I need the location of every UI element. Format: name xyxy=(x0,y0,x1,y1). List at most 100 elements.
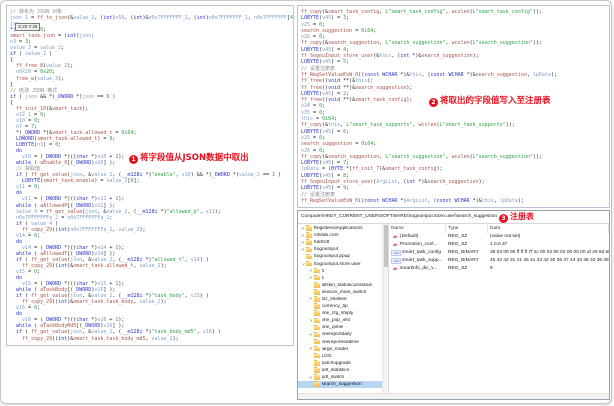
ida-pseudocode-panel-json-extract: // 转化为 JSON 对象 json_1 = ff_to_json(&value… xyxy=(6,5,294,346)
folder-icon xyxy=(314,267,320,274)
registry-tree-item-search_suggestion[interactable]: search_suggestion xyxy=(298,381,382,389)
value-name: smart_task_supp... xyxy=(402,258,443,263)
registry-tree-item-imereportdaily[interactable]: > imereportdaily xyxy=(298,331,382,338)
folder-icon xyxy=(306,260,312,267)
registry-tree-item-ime_pop_info[interactable]: > ime_pop_info xyxy=(298,317,382,324)
folder-icon xyxy=(306,239,312,245)
registry-tree-item-currency_tip[interactable]: currency_tip xyxy=(298,303,382,310)
registry-tree-item-ime_cfg_shiply[interactable]: ime_cfg_shiply xyxy=(298,310,382,317)
value-type: REG_BINARY xyxy=(448,250,479,255)
folder-icon xyxy=(314,338,320,345)
folder-icon xyxy=(314,324,320,331)
registry-tree-item-ime_qimei[interactable]: ime_qimei xyxy=(298,324,382,331)
folder-icon xyxy=(314,289,320,295)
registry-tree-item-biz_shellext[interactable]: > biz_shellext xyxy=(298,296,382,303)
tree-item-label: 0 xyxy=(321,268,325,274)
registry-tree-item-beacon_main_switch[interactable]: beacon_main_switch xyxy=(298,289,382,296)
left-code-listing: // 转化为 JSON 对象 json_1 = ff_to_json(&value… xyxy=(10,9,293,342)
registry-tree-item-SogouInput.ppup[interactable]: SogouInput.ppup xyxy=(298,253,382,260)
registry-value-row[interactable]: ab Promotion_conf... REG_SZ 1.0.0.37 xyxy=(389,241,609,249)
value-type: REG_SZ xyxy=(448,234,468,239)
value-name: (Default) xyxy=(400,234,419,239)
column-header-data[interactable]: Data xyxy=(488,224,609,233)
tree-item-label: SatSoft xyxy=(313,240,330,246)
tree-item-label: biz_shellext xyxy=(321,296,347,302)
registry-tree-item-SogouInput[interactable]: > SogouInput xyxy=(298,246,382,253)
registry-tree-item-SatSoft[interactable]: > SatSoft xyxy=(298,239,382,246)
folder-icon xyxy=(314,374,320,380)
tree-item-label: ime_pop_info xyxy=(321,318,351,324)
tree-item-label: RegisteredApplications xyxy=(313,226,363,232)
registry-tree-item-large_model[interactable]: > large_model xyxy=(298,345,382,353)
value-type: REG_SZ xyxy=(448,242,468,247)
tree-item-label: imereportdaily xyxy=(321,332,352,338)
folder-icon xyxy=(306,253,312,260)
value-name: smart_task_config xyxy=(402,250,441,255)
tree-item-label: patchupgrade xyxy=(321,360,351,366)
value-rows: ab (Default) REG_SZ (value not set) ab Promot… xyxy=(389,233,609,273)
registry-tree-item-LOG[interactable]: LOG xyxy=(298,353,382,360)
tree-vertical-scrollbar[interactable] xyxy=(382,224,388,393)
code-line: json_1 = ff_to_json(&value_2, (int)v59, … xyxy=(10,15,294,22)
registry-tree-item-imereportrealtime[interactable]: imereportrealtime xyxy=(298,338,382,346)
folder-icon xyxy=(314,381,320,387)
scrollbar-thumb[interactable] xyxy=(383,225,388,267)
folder-icon xyxy=(314,360,320,366)
horizontal-scrollbar[interactable] xyxy=(298,393,609,399)
registry-tree-item-patchupgrade[interactable]: patchupgrade xyxy=(298,360,382,367)
tree-item-label: 1 xyxy=(321,275,325,281)
column-header-name[interactable]: Name xyxy=(389,224,446,233)
folder-icon xyxy=(306,246,312,253)
annotation-2-badge: 2 xyxy=(429,98,438,107)
tree-item-label: ime_cfg_shiply xyxy=(321,311,354,317)
value-data: 1.0.0.37 xyxy=(490,242,508,247)
tree-item-label: pdf_switch xyxy=(321,375,345,381)
registry-tree-item-1[interactable]: >1 xyxy=(298,275,382,282)
column-header-type[interactable]: Type xyxy=(446,224,488,233)
registry-tree-item-pdf_switch[interactable]: > pdf_switch xyxy=(298,374,382,381)
tree-item-label: rohitab.com xyxy=(313,233,339,239)
folder-icon xyxy=(314,275,320,281)
tree-item-label: allskin_statusiconstatus xyxy=(321,282,372,288)
registry-tree-item-RegisteredApplications[interactable]: > RegisteredApplications xyxy=(298,225,382,232)
registry-tree-item-rohitab.com[interactable]: > rohitab.com xyxy=(298,232,382,239)
tree-item-label: currency_tip xyxy=(321,304,348,310)
cursor-position-tooltip: X:20 Y:26 xyxy=(15,23,41,31)
registry-tree-item-0[interactable]: >0 xyxy=(298,267,382,275)
annotation-3-text: 注册表 xyxy=(510,212,534,221)
registry-address-bar[interactable]: Computer\HKEY_CURRENT_USER\SOFTWARE\Sogo… xyxy=(298,211,609,224)
registry-value-row[interactable]: 011 smart_task_supp... REG_BINARY 45 42 42 … xyxy=(389,257,609,265)
binary-value-icon: 011 xyxy=(391,249,401,257)
registry-tree-item-SogouInput.store.user[interactable]: > SogouInput.store.user xyxy=(298,260,382,267)
tree-item-label: pdf_statistics xyxy=(321,367,350,373)
folder-icon xyxy=(314,303,320,309)
tree-item-label: SogouInput.store.user xyxy=(313,261,361,267)
annotation-1-badge: 1 xyxy=(129,155,138,164)
tree-item-label: SogouInput xyxy=(313,247,339,253)
value-data: (value not set) xyxy=(490,234,521,239)
registry-value-row[interactable]: ab (Default) REG_SZ (value not set) xyxy=(389,233,609,241)
annotation-1-text: 将字段值从JSON数据中取出 xyxy=(140,153,249,163)
registry-tree-item-pdf_statistics[interactable]: pdf_statistics xyxy=(298,367,382,374)
tree-item-label: ime_qimei xyxy=(321,325,344,331)
registry-tree-item-allskin_statusiconstatus[interactable]: allskin_statusiconstatus xyxy=(298,282,382,289)
registry-value-row[interactable]: 011 smart_task_config REG_BINARY 38 03 00 0… xyxy=(389,249,609,257)
registry-value-row[interactable]: ab smartinfo_dic_v... REG_SZ 9 xyxy=(389,265,609,273)
folder-icon xyxy=(314,310,320,316)
folder-icon xyxy=(306,225,312,231)
tree-item-label: beacon_main_switch xyxy=(321,289,367,295)
code-line: ff_RegSetValueExW_0((const WCHAR *)ArgLi… xyxy=(301,197,524,204)
registry-path: Computer\HKEY_CURRENT_USER\SOFTWARE\Sogo… xyxy=(301,214,498,219)
annotation-registry: 3 注册表 xyxy=(499,212,534,223)
folder-icon xyxy=(314,367,320,373)
annotation-write-registry: 2 将取出的字段值写入至注册表 xyxy=(429,97,551,107)
tooltip-text: X:20 Y:26 xyxy=(18,24,38,29)
registry-body: > RegisteredApplications > rohitab.com > SatS… xyxy=(298,224,609,393)
value-list-header: Name Type Data xyxy=(389,224,609,233)
tree-item-label: SogouInput.ppup xyxy=(313,254,351,260)
registry-value-list: Name Type Data ab (Default) REG_SZ (value n… xyxy=(388,224,609,393)
string-value-icon: ab xyxy=(393,242,398,247)
folder-icon xyxy=(314,296,320,302)
tree-item-label: search_suggestion xyxy=(321,382,362,388)
value-type: REG_SZ xyxy=(448,266,468,271)
